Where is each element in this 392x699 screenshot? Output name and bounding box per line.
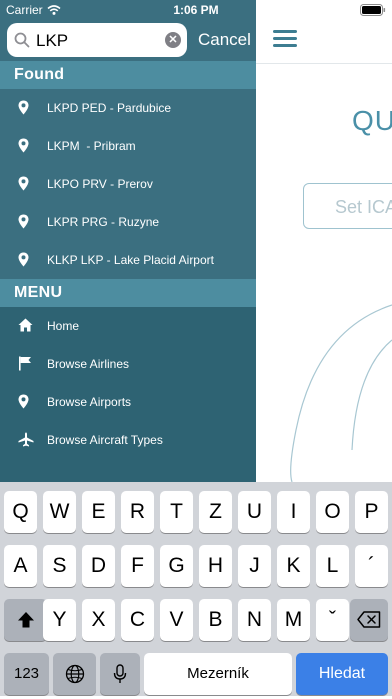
menu-item-browse-aircraft-types[interactable]: Browse Aircraft Types bbox=[0, 421, 256, 459]
icao-input[interactable]: Set ICA bbox=[303, 183, 392, 229]
key-r[interactable]: R bbox=[121, 491, 154, 533]
main-content: QU Set ICA bbox=[256, 0, 392, 482]
hamburger-menu-icon[interactable] bbox=[273, 30, 297, 48]
key-i[interactable]: I bbox=[277, 491, 310, 533]
menu-header-label: MENU bbox=[14, 284, 63, 301]
space-key[interactable]: Mezerník bbox=[144, 653, 292, 695]
menu-background bbox=[0, 458, 256, 482]
key-b[interactable]: B bbox=[199, 599, 232, 641]
cancel-button[interactable]: Cancel bbox=[198, 30, 251, 50]
key-acute-accent[interactable]: ´ bbox=[355, 545, 388, 587]
keyboard: Q W E R T Z U I O P A S D F G H J K L ´ … bbox=[0, 482, 392, 696]
key-l[interactable]: L bbox=[316, 545, 349, 587]
status-bar: Carrier 1:06 PM bbox=[0, 0, 392, 20]
battery-icon bbox=[360, 4, 386, 19]
found-result-label: LKPO PRV - Prerov bbox=[47, 177, 153, 191]
found-result-item[interactable]: KLKP LKP - Lake Placid Airport bbox=[0, 241, 256, 279]
location-pin-icon bbox=[18, 252, 29, 267]
key-p[interactable]: P bbox=[355, 491, 388, 533]
globe-key[interactable] bbox=[53, 653, 96, 695]
key-g[interactable]: G bbox=[160, 545, 193, 587]
key-z[interactable]: Z bbox=[199, 491, 232, 533]
key-x[interactable]: X bbox=[82, 599, 115, 641]
location-pin-icon bbox=[18, 214, 29, 229]
key-w[interactable]: W bbox=[43, 491, 76, 533]
numbers-key[interactable]: 123 bbox=[4, 653, 49, 695]
found-result-item[interactable]: LKPR PRG - Ruzyne bbox=[0, 203, 256, 241]
found-result-label: LKPD PED - Pardubice bbox=[47, 101, 172, 115]
menu-section-header: MENU bbox=[0, 279, 256, 307]
key-e[interactable]: E bbox=[82, 491, 115, 533]
location-pin-icon bbox=[18, 100, 29, 115]
menu-item-label: Browse Airlines bbox=[47, 357, 130, 371]
found-result-item[interactable]: LKPM - Pribram bbox=[0, 127, 256, 165]
flag-icon bbox=[19, 356, 31, 371]
found-result-label: KLKP LKP - Lake Placid Airport bbox=[47, 253, 214, 267]
key-u[interactable]: U bbox=[238, 491, 271, 533]
globe-icon bbox=[65, 664, 84, 684]
backspace-icon bbox=[357, 611, 381, 628]
clear-search-icon[interactable]: ✕ bbox=[165, 32, 181, 48]
search-bar: LKP ✕ Cancel bbox=[0, 20, 256, 60]
home-icon bbox=[18, 318, 33, 332]
key-caron[interactable]: ˇ bbox=[316, 599, 349, 641]
found-result-label: LKPM - Pribram bbox=[47, 139, 136, 153]
key-f[interactable]: F bbox=[121, 545, 154, 587]
key-o[interactable]: O bbox=[316, 491, 349, 533]
found-section-header: Found bbox=[0, 61, 256, 89]
search-icon bbox=[14, 32, 30, 48]
search-submit-key[interactable]: Hledat bbox=[296, 653, 388, 695]
key-k[interactable]: K bbox=[277, 545, 310, 587]
main-heading: QU bbox=[352, 105, 392, 136]
shift-icon bbox=[17, 612, 34, 628]
shift-key[interactable] bbox=[4, 599, 47, 641]
location-pin-icon bbox=[18, 138, 29, 153]
search-query-text: LKP bbox=[36, 31, 69, 50]
menu-item-label: Home bbox=[47, 319, 80, 333]
key-n[interactable]: N bbox=[238, 599, 271, 641]
menu-item-home[interactable]: Home bbox=[0, 307, 256, 345]
menu-item-label: Browse Airports bbox=[47, 395, 132, 409]
key-j[interactable]: J bbox=[238, 545, 271, 587]
key-y[interactable]: Y bbox=[43, 599, 76, 641]
found-result-item[interactable]: LKPD PED - Pardubice bbox=[0, 89, 256, 127]
key-q[interactable]: Q bbox=[4, 491, 37, 533]
microphone-icon bbox=[113, 664, 127, 683]
key-m[interactable]: M bbox=[277, 599, 310, 641]
dictation-key[interactable] bbox=[100, 653, 140, 695]
clock-label: 1:06 PM bbox=[173, 3, 219, 17]
key-d[interactable]: D bbox=[82, 545, 115, 587]
found-header-label: Found bbox=[14, 66, 65, 83]
found-result-label: LKPR PRG - Ruzyne bbox=[47, 215, 160, 229]
menu-item-browse-airports[interactable]: Browse Airports bbox=[0, 383, 256, 421]
airplane-icon bbox=[18, 432, 34, 447]
key-s[interactable]: S bbox=[43, 545, 76, 587]
key-t[interactable]: T bbox=[160, 491, 193, 533]
decorative-arcs bbox=[290, 304, 392, 482]
key-h[interactable]: H bbox=[199, 545, 232, 587]
key-a[interactable]: A bbox=[4, 545, 37, 587]
key-c[interactable]: C bbox=[121, 599, 154, 641]
side-drawer: LKP ✕ Cancel Found LKPD PED - Pardubice … bbox=[0, 0, 256, 482]
backspace-key[interactable] bbox=[350, 599, 388, 641]
menu-item-label: Browse Aircraft Types bbox=[47, 433, 163, 447]
location-pin-icon bbox=[18, 394, 29, 409]
location-pin-icon bbox=[18, 176, 29, 191]
search-input[interactable]: LKP ✕ bbox=[7, 23, 187, 57]
key-v[interactable]: V bbox=[160, 599, 193, 641]
found-result-item[interactable]: LKPO PRV - Prerov bbox=[0, 165, 256, 203]
menu-item-browse-airlines[interactable]: Browse Airlines bbox=[0, 345, 256, 383]
